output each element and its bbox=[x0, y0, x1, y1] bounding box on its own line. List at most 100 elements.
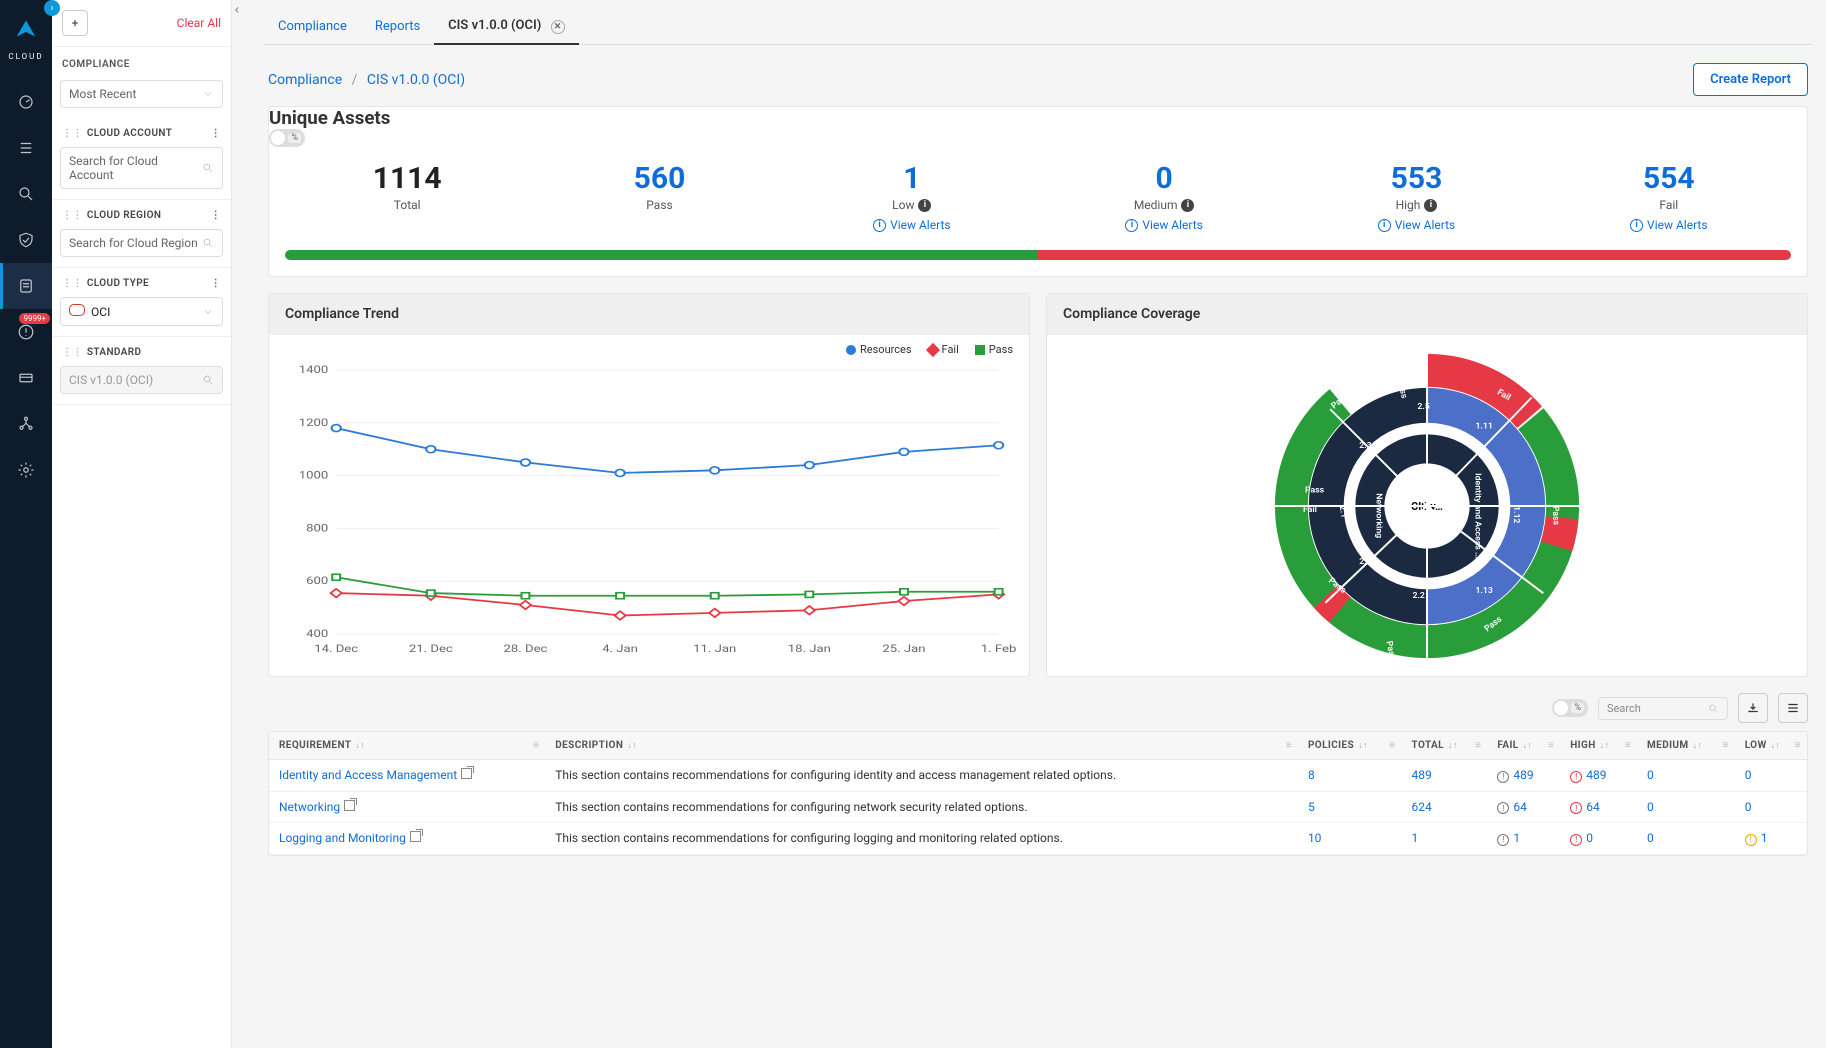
col-fail[interactable]: FAIL↓↑≡ bbox=[1487, 732, 1560, 760]
nav-list[interactable] bbox=[0, 125, 52, 171]
col-low[interactable]: LOW↓↑≡ bbox=[1735, 732, 1807, 760]
col-menu-icon[interactable]: ≡ bbox=[533, 740, 539, 751]
cell-policies[interactable]: 5 bbox=[1308, 800, 1315, 814]
filter-menu-cloud-type[interactable]: ⋮ bbox=[211, 278, 221, 289]
external-link-icon[interactable] bbox=[461, 768, 472, 779]
cell-high[interactable]: 0 bbox=[1586, 831, 1593, 845]
cell-total[interactable]: 1 bbox=[1412, 831, 1419, 845]
metric-high-label: High bbox=[1396, 198, 1421, 212]
filter-title-standard: STANDARD bbox=[87, 347, 142, 358]
standard-select[interactable]: CIS v1.0.0 (OCI) bbox=[60, 366, 223, 394]
rail-expand-toggle[interactable]: › bbox=[44, 0, 60, 16]
col-menu-icon[interactable]: ≡ bbox=[1389, 740, 1395, 751]
nav-dashboard[interactable] bbox=[0, 79, 52, 125]
cell-medium[interactable]: 0 bbox=[1647, 800, 1654, 814]
col-menu-icon[interactable]: ≡ bbox=[1722, 740, 1728, 751]
filter-title-cloud-account: CLOUD ACCOUNT bbox=[87, 128, 173, 139]
create-report-button[interactable]: Create Report bbox=[1693, 63, 1808, 96]
view-alerts-medium[interactable]: iView Alerts bbox=[1125, 218, 1203, 232]
external-link-icon[interactable] bbox=[344, 800, 355, 811]
nav-inventory[interactable] bbox=[0, 355, 52, 401]
add-filter-button[interactable]: + bbox=[62, 10, 88, 36]
col-menu-icon[interactable]: ≡ bbox=[1475, 740, 1481, 751]
col-menu-icon[interactable]: ≡ bbox=[1286, 740, 1292, 751]
cell-desc: This section contains recommendations fo… bbox=[545, 760, 1298, 792]
low-icon: ! bbox=[1745, 834, 1757, 846]
cell-medium[interactable]: 0 bbox=[1647, 831, 1654, 845]
cell-total[interactable]: 624 bbox=[1412, 800, 1432, 814]
cell-fail[interactable]: 64 bbox=[1513, 800, 1527, 814]
col-menu-icon[interactable]: ≡ bbox=[1548, 740, 1554, 751]
col-menu-icon[interactable]: ≡ bbox=[1795, 740, 1801, 751]
filter-menu-cloud-region[interactable]: ⋮ bbox=[211, 210, 221, 221]
requirements-table: REQUIREMENT↓↑≡DESCRIPTION↓↑≡POLICIES↓↑≡T… bbox=[268, 731, 1808, 856]
cloud-account-placeholder: Search for Cloud Account bbox=[69, 154, 202, 182]
col-description[interactable]: DESCRIPTION↓↑≡ bbox=[545, 732, 1298, 760]
cell-high[interactable]: 64 bbox=[1586, 800, 1600, 814]
clear-all-link[interactable]: Clear All bbox=[177, 16, 221, 30]
col-menu-icon[interactable]: ≡ bbox=[1625, 740, 1631, 751]
high-icon: ! bbox=[1570, 802, 1582, 814]
col-policies[interactable]: POLICIES↓↑≡ bbox=[1298, 732, 1402, 760]
crumb-root[interactable]: Compliance bbox=[268, 72, 342, 88]
cell-fail[interactable]: 489 bbox=[1513, 768, 1533, 782]
col-high[interactable]: HIGH↓↑≡ bbox=[1560, 732, 1637, 760]
crumb-leaf[interactable]: CIS v1.0.0 (OCI) bbox=[367, 72, 465, 88]
external-link-icon[interactable] bbox=[410, 831, 421, 842]
table-toolbar: % Search bbox=[268, 693, 1808, 723]
cell-policies[interactable]: 8 bbox=[1308, 768, 1315, 782]
sort-select[interactable]: Most Recent bbox=[60, 80, 223, 108]
chevron-down-icon bbox=[202, 306, 214, 318]
info-icon[interactable]: i bbox=[918, 199, 931, 212]
tab-reports[interactable]: Reports bbox=[361, 11, 434, 44]
cloud-account-search[interactable]: Search for Cloud Account bbox=[60, 147, 223, 189]
collapse-sidebar-button[interactable] bbox=[232, 0, 242, 1048]
table-search[interactable]: Search bbox=[1598, 697, 1728, 720]
table-percent-toggle[interactable]: % bbox=[1552, 699, 1588, 717]
view-alerts-fail[interactable]: iView Alerts bbox=[1630, 218, 1708, 232]
info-icon[interactable]: i bbox=[1181, 199, 1194, 212]
nav-settings[interactable] bbox=[0, 447, 52, 493]
tab-cis[interactable]: CIS v1.0.0 (OCI) ✕ bbox=[434, 10, 578, 44]
requirement-link[interactable]: Identity and Access Management bbox=[279, 768, 457, 782]
nav-alerts[interactable]: 9999+ bbox=[0, 309, 52, 355]
cell-medium[interactable]: 0 bbox=[1647, 768, 1654, 782]
download-button[interactable] bbox=[1738, 693, 1768, 723]
cell-low[interactable]: 1 bbox=[1761, 831, 1768, 845]
fail-icon: ! bbox=[1497, 802, 1509, 814]
svg-text:800: 800 bbox=[306, 522, 328, 534]
high-icon: ! bbox=[1570, 771, 1582, 783]
cell-total[interactable]: 489 bbox=[1412, 768, 1432, 782]
filter-menu-cloud-account[interactable]: ⋮ bbox=[211, 128, 221, 139]
col-requirement[interactable]: REQUIREMENT↓↑≡ bbox=[269, 732, 545, 760]
close-tab-icon[interactable]: ✕ bbox=[551, 20, 565, 34]
col-medium[interactable]: MEDIUM↓↑≡ bbox=[1637, 732, 1735, 760]
search-icon bbox=[202, 237, 214, 249]
filter-sidebar: + Clear All COMPLIANCE Most Recent ⋮⋮CLO… bbox=[52, 0, 232, 1048]
view-alerts-high[interactable]: iView Alerts bbox=[1378, 218, 1456, 232]
svg-text:Networking: Networking bbox=[1374, 493, 1384, 538]
requirement-link[interactable]: Networking bbox=[279, 800, 340, 814]
cell-policies[interactable]: 10 bbox=[1308, 831, 1322, 845]
info-icon[interactable]: i bbox=[1424, 199, 1437, 212]
filter-title-cloud-type: CLOUD TYPE bbox=[87, 278, 149, 289]
nav-compliance[interactable] bbox=[0, 263, 52, 309]
chevron-down-icon bbox=[202, 88, 214, 100]
view-alerts-low[interactable]: iView Alerts bbox=[873, 218, 951, 232]
cell-low[interactable]: 0 bbox=[1745, 768, 1752, 782]
cell-low[interactable]: 0 bbox=[1745, 800, 1752, 814]
nav-shield[interactable] bbox=[0, 217, 52, 263]
cell-high[interactable]: 489 bbox=[1586, 768, 1606, 782]
columns-button[interactable] bbox=[1778, 693, 1808, 723]
requirement-link[interactable]: Logging and Monitoring bbox=[279, 831, 406, 845]
percent-toggle[interactable]: % bbox=[269, 129, 305, 147]
nav-search[interactable] bbox=[0, 171, 52, 217]
table-row: NetworkingThis section contains recommen… bbox=[269, 791, 1807, 823]
cell-fail[interactable]: 1 bbox=[1513, 831, 1520, 845]
tab-compliance[interactable]: Compliance bbox=[264, 11, 361, 44]
col-total[interactable]: TOTAL↓↑≡ bbox=[1402, 732, 1488, 760]
cloud-region-search[interactable]: Search for Cloud Region bbox=[60, 229, 223, 257]
metric-fail: 554 Fail iView Alerts bbox=[1547, 161, 1791, 232]
nav-topology[interactable] bbox=[0, 401, 52, 447]
cloud-type-select[interactable]: OCI bbox=[60, 297, 223, 326]
